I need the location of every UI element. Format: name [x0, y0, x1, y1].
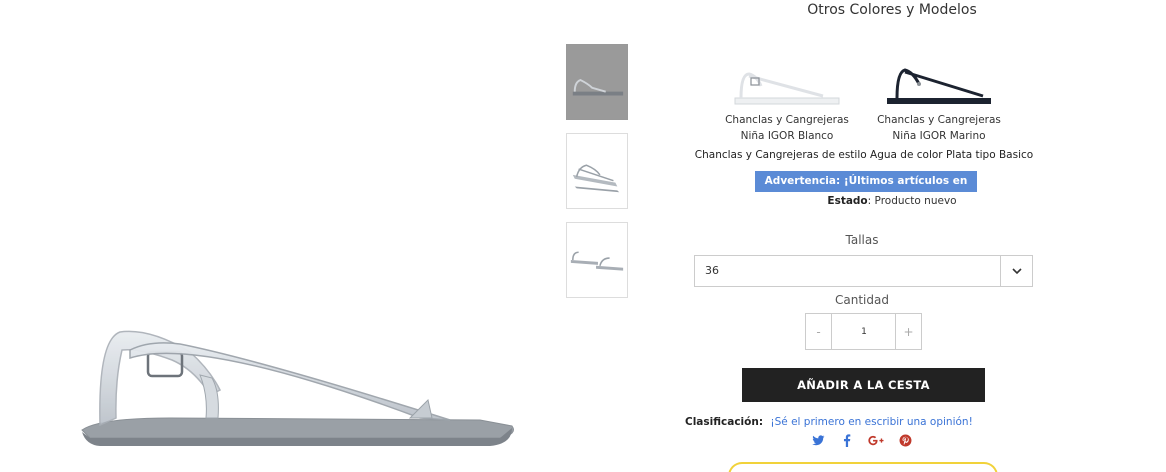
quantity-stepper: - +	[805, 313, 922, 350]
variant-white-image	[734, 72, 840, 105]
product-short-description: Chanclas y Cangrejeras de estilo Agua de…	[694, 149, 1034, 161]
stock-warning-badge: Advertencia: ¡Últimos artículos en stock…	[755, 171, 977, 208]
variant-navy[interactable]: Chanclas y Cangrejeras Niña IGOR Marino	[866, 62, 1012, 144]
condition-value: Producto nuevo	[874, 195, 957, 207]
quantity-input[interactable]	[833, 314, 895, 349]
quantity-increase-button[interactable]: +	[895, 314, 921, 349]
size-selected-value: 36	[705, 264, 719, 277]
quantity-label: Cantidad	[835, 293, 889, 307]
thumbnail-2[interactable]	[566, 133, 628, 209]
variant-navy-label: Chanclas y Cangrejeras Niña IGOR Marino	[877, 114, 1001, 142]
write-review-link[interactable]: ¡Sé el primero en escribir una opinión!	[770, 416, 972, 428]
thumbnail-3[interactable]	[566, 222, 628, 298]
chevron-down-icon[interactable]	[1000, 256, 1032, 286]
thumbnail-1[interactable]	[566, 44, 628, 120]
social-share	[810, 432, 913, 448]
pinterest-icon[interactable]	[897, 432, 913, 448]
twitter-icon[interactable]	[810, 432, 826, 448]
size-label: Tallas	[845, 233, 879, 247]
promo-banner[interactable]	[728, 462, 998, 472]
add-to-cart-button[interactable]: AÑADIR A LA CESTA	[742, 368, 985, 402]
rating-row: Clasificación: ¡Sé el primero en escribi…	[685, 416, 973, 428]
facebook-icon[interactable]	[839, 432, 855, 448]
condition-label: Estado	[827, 195, 868, 207]
variant-white-label: Chanclas y Cangrejeras Niña IGOR Blanco	[725, 114, 849, 142]
other-colors-title: Otros Colores y Modelos	[807, 2, 977, 18]
variant-white[interactable]: Chanclas y Cangrejeras Niña IGOR Blanco	[714, 62, 860, 144]
product-condition: Estado: Producto nuevo	[827, 195, 957, 207]
google-plus-icon[interactable]	[868, 432, 884, 448]
variant-navy-image	[887, 68, 991, 104]
quantity-decrease-button[interactable]: -	[806, 314, 832, 349]
size-select[interactable]: 36	[694, 255, 1033, 287]
rating-label: Clasificación:	[685, 416, 764, 428]
main-product-image	[60, 300, 530, 472]
